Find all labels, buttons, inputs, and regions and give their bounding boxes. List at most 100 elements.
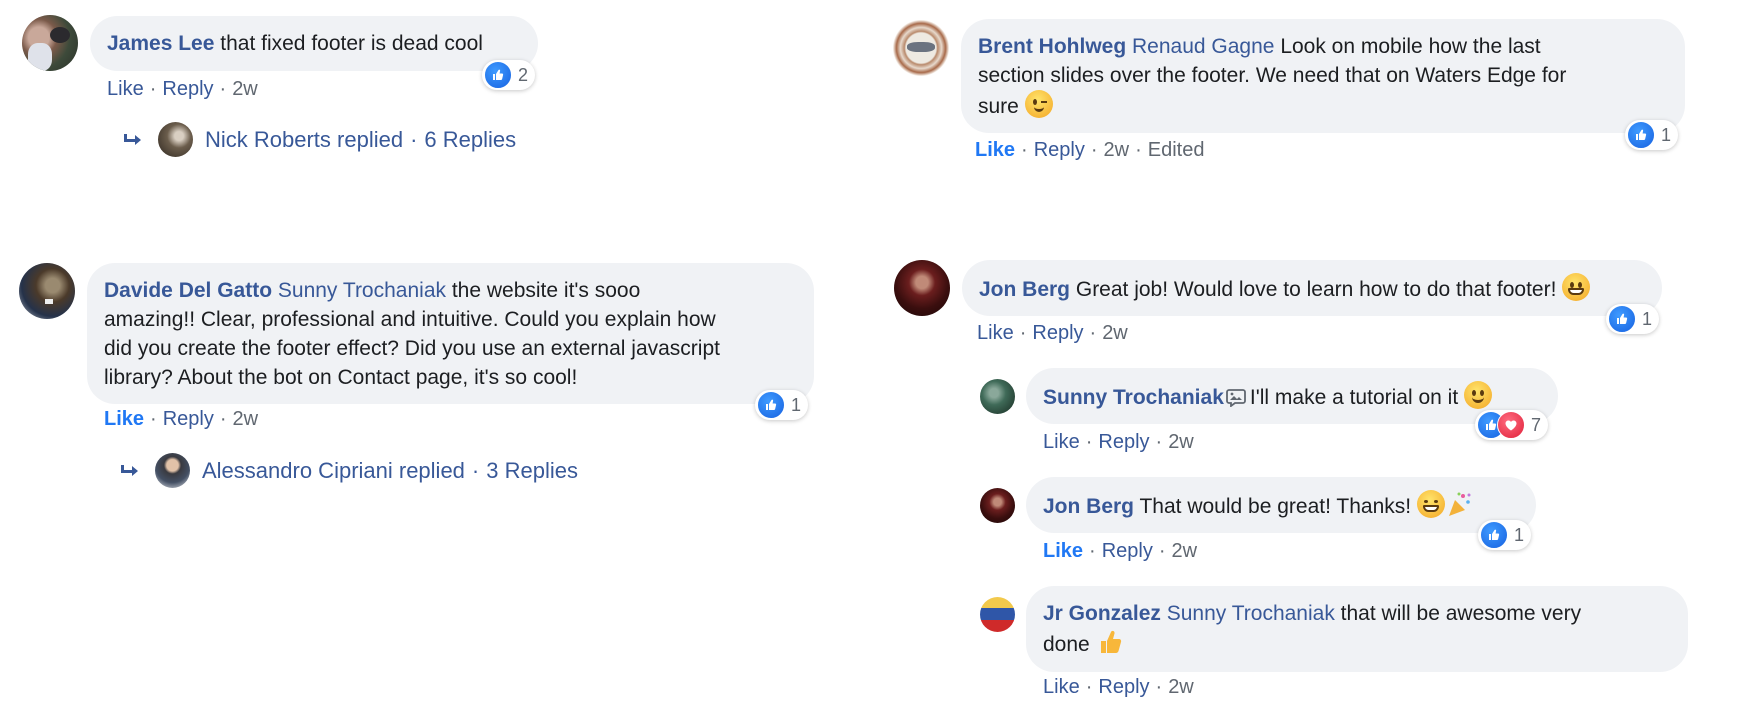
separator: · xyxy=(1089,540,1096,562)
timestamp[interactable]: 2w xyxy=(1172,540,1198,562)
comment-text: Great job! Would love to learn how to do… xyxy=(1075,278,1557,301)
reaction-count: 1 xyxy=(791,394,802,415)
comment-author[interactable]: Jon Berg xyxy=(979,278,1070,301)
replied-name[interactable]: Alessandro Cipriani replied xyxy=(202,458,465,484)
replies-count[interactable]: 3 Replies xyxy=(486,458,578,484)
like-link[interactable]: Like xyxy=(1043,431,1080,453)
comment-bubble: Jr Gonzalez Sunny Trochaniak that will b… xyxy=(1026,586,1688,672)
party-popper-emoji xyxy=(1448,492,1471,516)
separator: · xyxy=(1158,540,1166,562)
mention-link[interactable]: Renaud Gagne xyxy=(1132,35,1274,58)
comment-text: I'll make a tutorial on it xyxy=(1249,386,1459,409)
separator: · xyxy=(1085,676,1093,698)
reply-link[interactable]: Reply xyxy=(1102,540,1153,562)
reaction-count: 1 xyxy=(1661,124,1672,145)
comment-author[interactable]: Jr Gonzalez xyxy=(1043,602,1161,625)
timestamp[interactable]: 2w xyxy=(1168,676,1194,698)
reply-arrow-icon xyxy=(122,133,142,147)
reply-link[interactable]: Reply xyxy=(1034,139,1085,161)
timestamp[interactable]: 2w xyxy=(232,78,258,100)
like-link[interactable]: Like xyxy=(1043,540,1083,562)
reply-link[interactable]: Reply xyxy=(162,78,213,100)
view-replies-link[interactable]: Nick Roberts replied · 6 Replies xyxy=(122,122,516,157)
separator: · xyxy=(219,408,227,430)
comment-text: that fixed footer is dead cool xyxy=(220,32,483,55)
avatar[interactable] xyxy=(893,20,949,76)
like-icon xyxy=(1608,305,1636,333)
reply-link[interactable]: Reply xyxy=(163,408,214,430)
reactions-badge[interactable]: 1 xyxy=(755,390,809,420)
comment-text: sure xyxy=(978,95,1019,118)
reactions-badge[interactable]: 1 xyxy=(1478,520,1532,550)
reply-link[interactable]: Reply xyxy=(1098,431,1149,453)
comment-text: Look on mobile how the last xyxy=(1280,35,1541,58)
avatar[interactable] xyxy=(22,15,78,71)
separator: · xyxy=(1021,139,1028,161)
edited-label[interactable]: Edited xyxy=(1148,139,1205,161)
grinning-face-emoji xyxy=(1562,273,1591,301)
comment-bubble: Davide Del Gatto Sunny Trochaniak the we… xyxy=(87,263,814,404)
comment-text: that will be awesome very xyxy=(1340,602,1582,625)
like-link[interactable]: Like xyxy=(107,78,144,100)
comment-author[interactable]: Sunny Trochaniak xyxy=(1043,386,1224,409)
mention-link[interactable]: Sunny Trochaniak xyxy=(278,279,446,302)
comment-author[interactable]: Davide Del Gatto xyxy=(104,279,272,302)
separator: · xyxy=(1019,322,1027,344)
mention-link[interactable]: Sunny Trochaniak xyxy=(1167,602,1335,625)
smiling-face-emoji xyxy=(1464,381,1493,409)
like-icon xyxy=(1480,521,1508,549)
timestamp[interactable]: 2w xyxy=(233,408,259,430)
reactions-badge[interactable]: 1 xyxy=(1606,304,1660,334)
reply-link[interactable]: Reply xyxy=(1098,676,1149,698)
reply-arrow-icon xyxy=(119,464,139,478)
timestamp[interactable]: 2w xyxy=(1104,139,1130,161)
replied-name[interactable]: Nick Roberts replied xyxy=(205,127,403,153)
separator: · xyxy=(150,408,157,430)
love-icon xyxy=(1497,411,1525,439)
comment-actions: Like · Reply · 2w xyxy=(1043,540,1197,563)
comment-text: section slides over the footer. We need … xyxy=(978,64,1567,87)
separator: · xyxy=(219,78,227,100)
like-link[interactable]: Like xyxy=(975,139,1015,161)
separator: · xyxy=(410,126,418,152)
comment-text: the website it's sooo xyxy=(451,279,641,302)
comment-actions: Like · Reply · 2w xyxy=(977,322,1128,345)
separator: · xyxy=(471,457,480,483)
avatar[interactable] xyxy=(980,597,1015,632)
comment-actions: Like · Reply · 2w xyxy=(107,78,258,101)
separator: · xyxy=(1155,676,1163,698)
comment-text: done xyxy=(1043,633,1090,656)
avatar[interactable] xyxy=(980,379,1015,414)
reaction-count: 1 xyxy=(1642,308,1653,329)
thumbs-up-emoji xyxy=(1100,630,1121,653)
comment-author[interactable]: Brent Hohlweg xyxy=(978,35,1126,58)
winking-face-emoji xyxy=(1024,90,1053,118)
avatar[interactable] xyxy=(980,488,1015,523)
timestamp[interactable]: 2w xyxy=(1168,431,1194,453)
reactions-badge[interactable]: 1 xyxy=(1625,120,1679,150)
comment-text: amazing!! Clear, professional and intuit… xyxy=(104,308,716,331)
comment-author[interactable]: James Lee xyxy=(107,32,214,55)
separator: · xyxy=(1135,139,1142,161)
picture-chat-icon[interactable] xyxy=(1225,389,1246,407)
reactions-badge[interactable]: 2 xyxy=(482,60,536,90)
comment-author[interactable]: Jon Berg xyxy=(1043,495,1134,518)
separator: · xyxy=(149,78,157,100)
reaction-count: 7 xyxy=(1531,414,1542,435)
comment-text: did you create the footer effect? Did yo… xyxy=(104,337,720,360)
like-link[interactable]: Like xyxy=(977,322,1014,344)
reply-link[interactable]: Reply xyxy=(1032,322,1083,344)
comment-text: library? About the bot on Contact page, … xyxy=(104,366,578,389)
comment-bubble: Brent Hohlweg Renaud Gagne Look on mobil… xyxy=(961,19,1685,133)
avatar[interactable] xyxy=(19,263,75,319)
comment-actions: Like · Reply · 2w xyxy=(104,408,258,431)
timestamp[interactable]: 2w xyxy=(1102,322,1128,344)
view-replies-link[interactable]: Alessandro Cipriani replied · 3 Replies xyxy=(119,453,578,488)
reactions-badge[interactable]: 7 xyxy=(1475,410,1549,440)
replies-count[interactable]: 6 Replies xyxy=(424,127,516,153)
avatar[interactable] xyxy=(894,260,950,316)
like-link[interactable]: Like xyxy=(1043,676,1080,698)
comment-bubble: Jon Berg Great job! Would love to learn … xyxy=(962,260,1662,316)
separator: · xyxy=(1089,322,1097,344)
like-link[interactable]: Like xyxy=(104,408,144,430)
